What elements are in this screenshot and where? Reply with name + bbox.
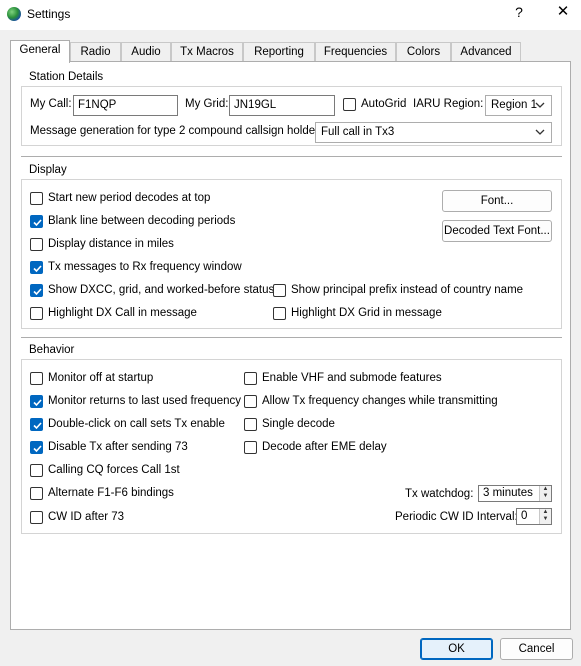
tab-tx-macros[interactable]: Tx Macros	[171, 42, 243, 62]
checkbox-checked-icon	[30, 441, 43, 454]
tab-reporting[interactable]: Reporting	[243, 42, 315, 62]
checkbox-icon	[273, 307, 286, 320]
my-grid-field[interactable]: JN19GL	[229, 95, 335, 116]
iaru-region-select[interactable]: Region 1	[485, 95, 552, 116]
tab-frequencies[interactable]: Frequencies	[315, 42, 396, 62]
checkbox-checked-icon	[30, 418, 43, 431]
tx-watchdog-label: Tx watchdog:	[405, 488, 474, 500]
checkbox-label: Show principal prefix instead of country…	[291, 284, 524, 296]
checkbox-icon	[30, 238, 43, 251]
checkbox-checked-icon	[30, 395, 43, 408]
checkbox-label: Display distance in miles	[48, 238, 174, 250]
msg-gen-label: Message generation for type 2 compound c…	[30, 125, 328, 137]
close-icon[interactable]: ✕	[548, 2, 578, 20]
spin-arrows-icon[interactable]: ▲ ▼	[539, 486, 551, 501]
tab-audio[interactable]: Audio	[121, 42, 171, 62]
separator	[21, 156, 562, 157]
ok-button[interactable]: OK	[420, 638, 493, 660]
checkbox-label: Monitor off at startup	[48, 372, 154, 384]
checkbox-icon	[244, 372, 257, 385]
behavior-group: Behavior Monitor off at startup Monitor …	[21, 344, 562, 534]
checkbox-label: Disable Tx after sending 73	[48, 441, 188, 453]
chevron-down-icon	[535, 129, 545, 135]
tab-colors[interactable]: Colors	[396, 42, 451, 62]
checkbox-checked-icon	[30, 284, 43, 297]
checkbox-icon	[273, 284, 286, 297]
checkbox-icon	[30, 464, 43, 477]
checkbox-icon	[343, 98, 356, 111]
checkbox-label: Tx messages to Rx frequency window	[48, 261, 242, 273]
checkbox-icon	[244, 441, 257, 454]
display-group: Display Start new period decodes at top …	[21, 164, 562, 329]
checkbox-label: CW ID after 73	[48, 511, 125, 523]
cw-id-interval-label: Periodic CW ID Interval:	[395, 511, 518, 523]
tab-advanced[interactable]: Advanced	[451, 42, 521, 62]
display-title: Display	[29, 164, 67, 176]
checkbox-label: Highlight DX Call in message	[48, 307, 197, 319]
autogrid-label: AutoGrid	[361, 98, 407, 110]
title-bar: Settings ? ✕	[0, 0, 581, 30]
checkbox-icon	[30, 487, 43, 500]
behavior-title: Behavior	[29, 344, 75, 356]
checkbox-checked-icon	[30, 261, 43, 274]
decoded-text-font-button[interactable]: Decoded Text Font...	[442, 220, 552, 242]
my-call-field[interactable]: F1NQP	[73, 95, 178, 116]
cw-id-interval-spinbox[interactable]: 0 ▲ ▼	[516, 508, 552, 525]
general-tab-panel: Station Details My Call: F1NQP My Grid: …	[10, 61, 571, 630]
checkbox-icon	[244, 395, 257, 408]
checkbox-label: Calling CQ forces Call 1st	[48, 464, 180, 476]
checkbox-label: Show DXCC, grid, and worked-before statu…	[48, 284, 275, 296]
checkbox-icon	[30, 192, 43, 205]
checkbox-label: Decode after EME delay	[262, 441, 387, 453]
checkbox-checked-icon	[30, 215, 43, 228]
station-details-group: Station Details My Call: F1NQP My Grid: …	[21, 71, 562, 146]
font-button[interactable]: Font...	[442, 190, 552, 212]
tab-radio[interactable]: Radio	[70, 42, 121, 62]
checkbox-label: Double-click on call sets Tx enable	[48, 418, 225, 430]
chevron-down-icon	[535, 102, 545, 108]
spin-arrows-icon[interactable]: ▲ ▼	[539, 509, 551, 524]
checkbox-label: Single decode	[262, 418, 335, 430]
msg-gen-select[interactable]: Full call in Tx3	[315, 122, 552, 143]
checkbox-label: Allow Tx frequency changes while transmi…	[262, 395, 498, 407]
iaru-region-label: IARU Region:	[413, 98, 484, 110]
checkbox-icon	[244, 418, 257, 431]
checkbox-label: Enable VHF and submode features	[262, 372, 442, 384]
separator	[21, 337, 562, 338]
checkbox-label: Alternate F1-F6 bindings	[48, 487, 174, 499]
my-call-label: My Call:	[30, 98, 72, 110]
checkbox-label: Monitor returns to last used frequency	[48, 395, 242, 407]
tx-watchdog-value: 3 minutes	[483, 487, 533, 499]
checkbox-icon	[30, 307, 43, 320]
tx-watchdog-spinbox[interactable]: 3 minutes ▲ ▼	[478, 485, 552, 502]
window-title: Settings	[27, 7, 71, 21]
help-button[interactable]: ?	[510, 4, 528, 20]
cancel-button[interactable]: Cancel	[500, 638, 573, 660]
checkbox-label: Highlight DX Grid in message	[291, 307, 442, 319]
station-details-title: Station Details	[29, 71, 104, 83]
wsjt-app-icon	[7, 7, 21, 21]
msg-gen-value: Full call in Tx3	[321, 126, 395, 138]
checkbox-icon	[30, 511, 43, 524]
checkbox-icon	[30, 372, 43, 385]
checkbox-label: Start new period decodes at top	[48, 192, 211, 204]
iaru-region-value: Region 1	[491, 99, 538, 111]
cw-id-interval-value: 0	[521, 510, 528, 522]
tab-general[interactable]: General	[10, 40, 70, 63]
checkbox-label: Blank line between decoding periods	[48, 215, 236, 227]
my-grid-label: My Grid:	[185, 98, 229, 110]
